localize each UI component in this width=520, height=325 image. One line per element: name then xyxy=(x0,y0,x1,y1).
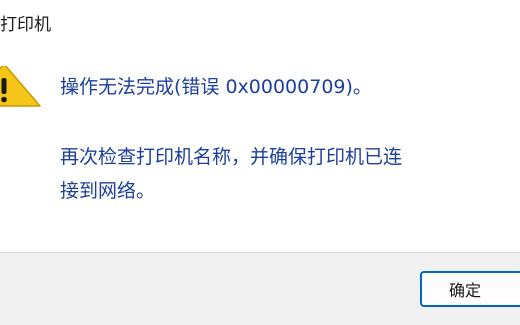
error-dialog: 打印机 操作无法完成(错误 0x00000709)。 再次检查打印机名称，并确保… xyxy=(0,0,520,325)
warning-icon xyxy=(0,66,41,107)
ok-button[interactable]: 确定 xyxy=(420,271,520,307)
ok-button-label: 确定 xyxy=(448,281,481,300)
window-title: 打印机 xyxy=(0,15,51,35)
detail-line-2: 接到网络。 xyxy=(60,180,156,202)
detail-line-1: 再次检查打印机名称，并确保打印机已连 xyxy=(60,146,403,168)
detail-text: 再次检查打印机名称，并确保打印机已连 接到网络。 xyxy=(60,140,520,208)
main-instruction: 操作无法完成(错误 0x00000709)。 xyxy=(60,76,372,98)
button-bar: 确定 xyxy=(0,252,520,325)
title-bar[interactable]: 打印机 xyxy=(0,0,520,44)
dialog-content: 操作无法完成(错误 0x00000709)。 再次检查打印机名称，并确保打印机已… xyxy=(0,44,520,252)
